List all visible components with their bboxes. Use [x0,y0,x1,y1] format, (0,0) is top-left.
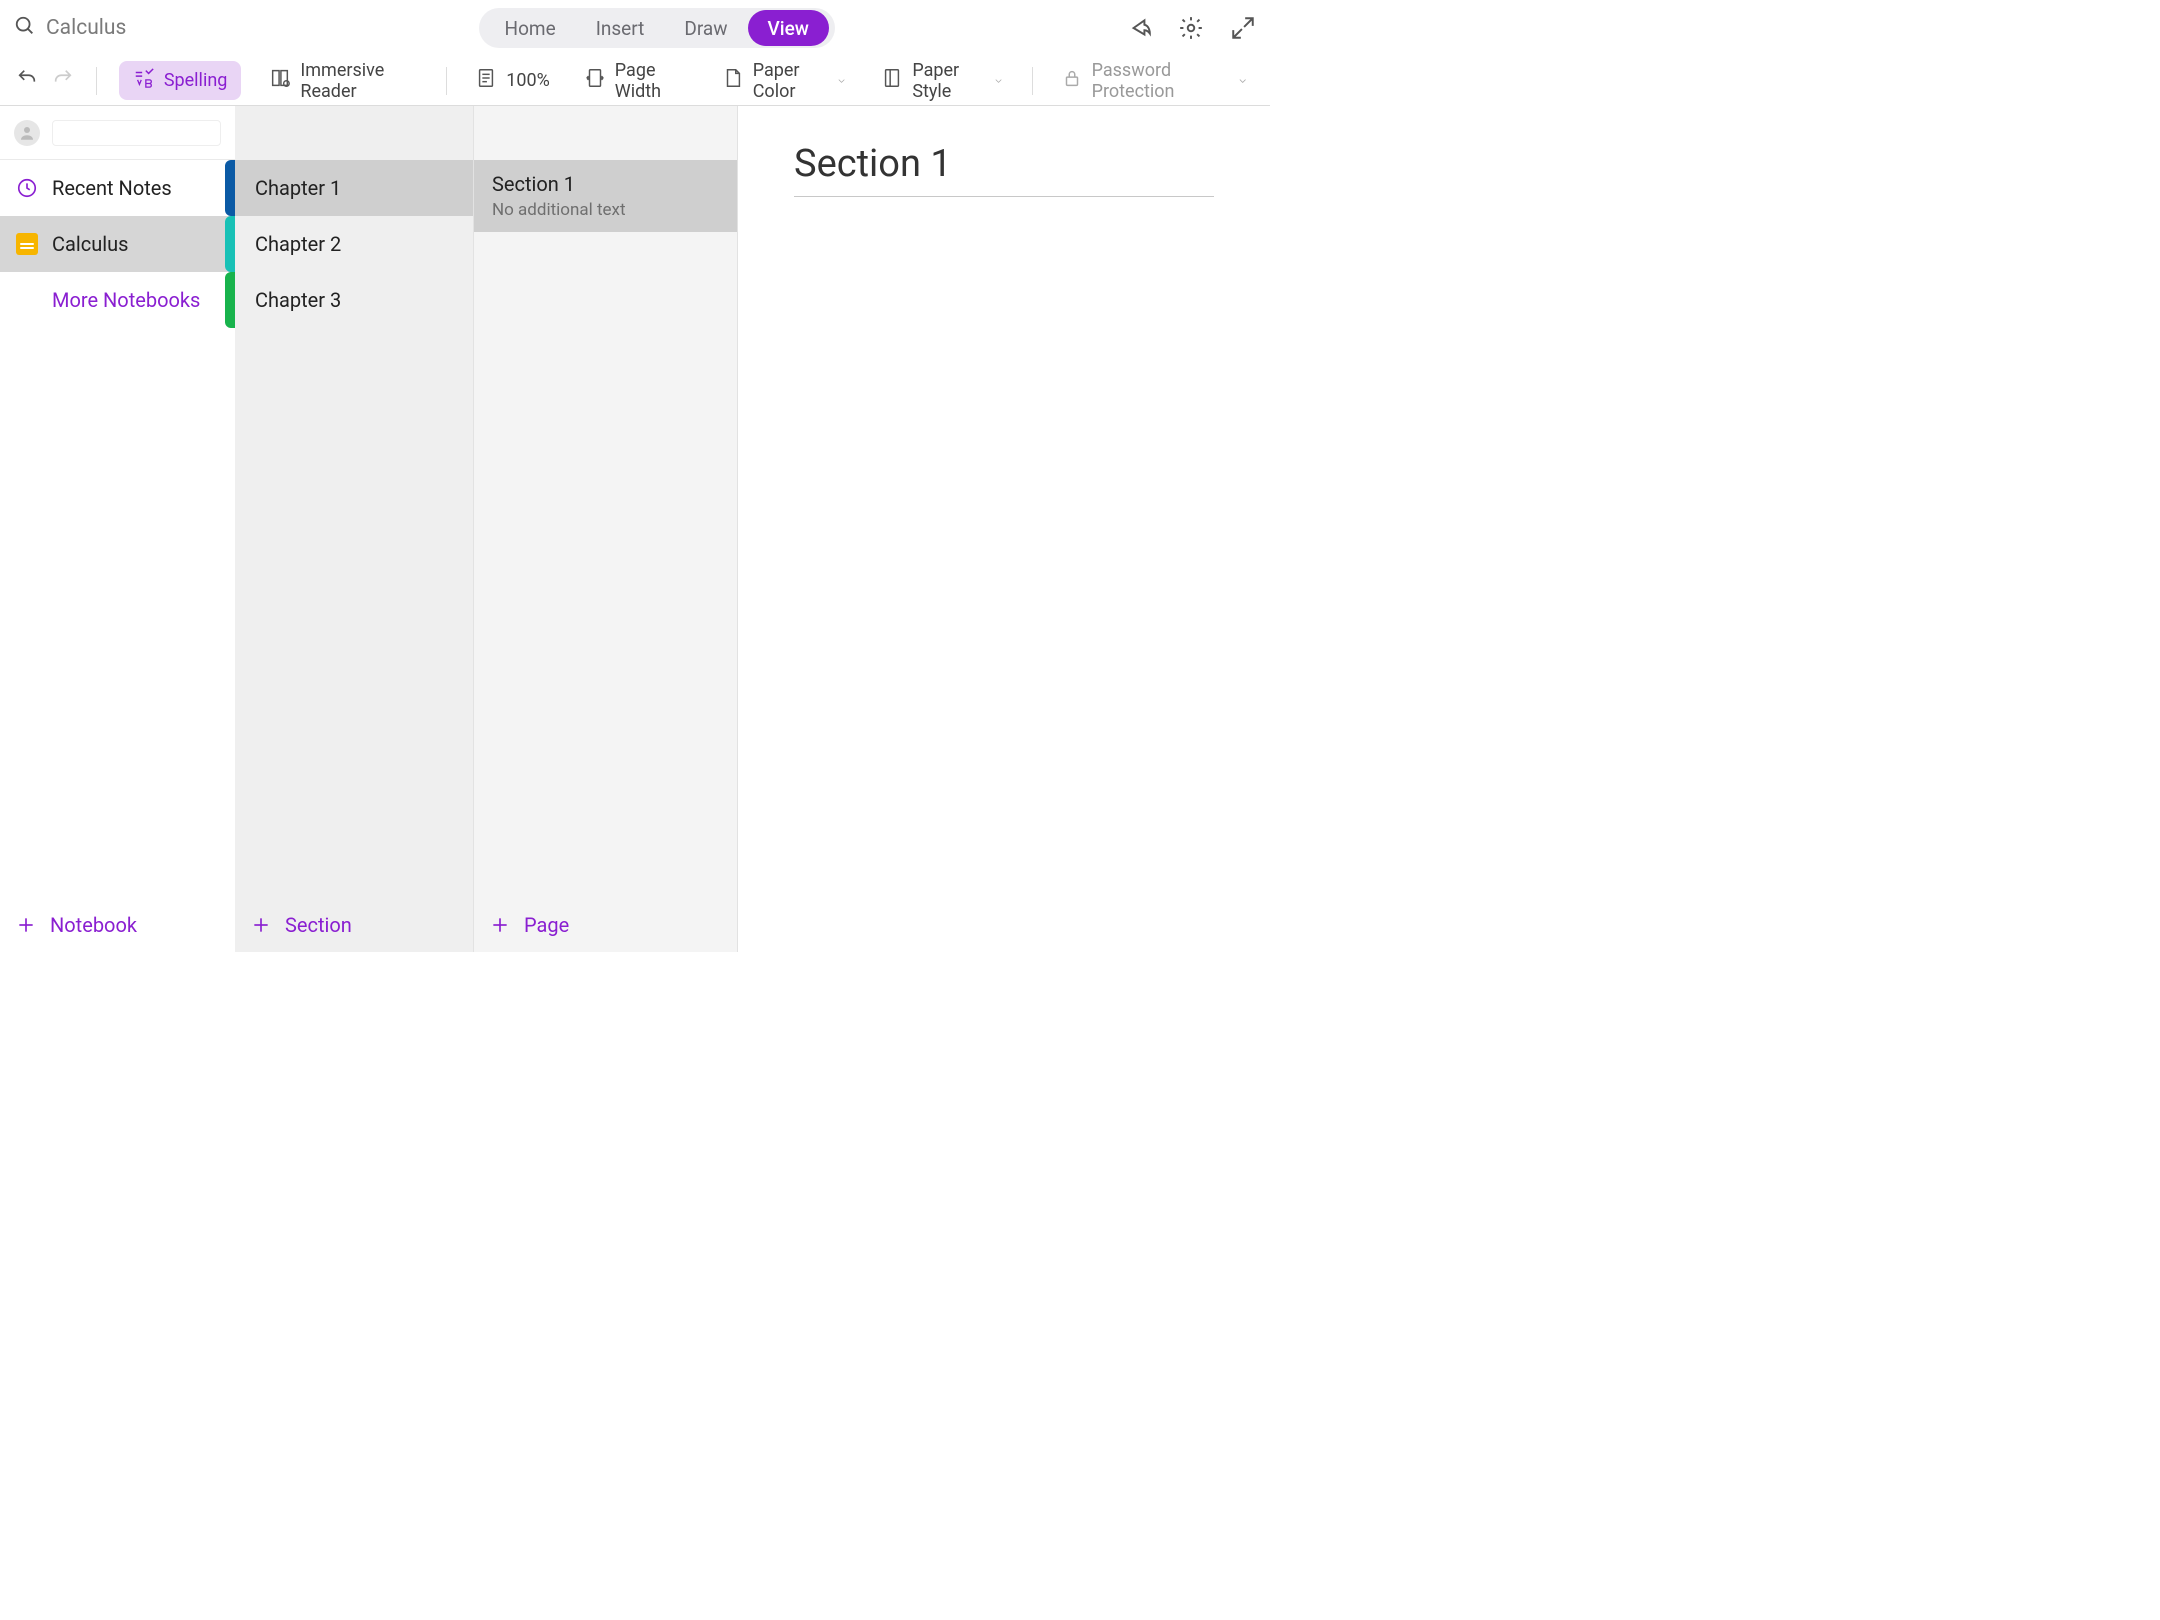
immersive-reader-button[interactable]: Immersive Reader [263,56,424,106]
separator [1032,67,1033,95]
add-notebook-button[interactable]: Notebook [0,898,235,952]
add-page-label: Page [524,913,569,937]
section-label: Chapter 1 [255,176,341,200]
section-chapter-3[interactable]: Chapter 3 [235,272,473,328]
notebook-label: Calculus [52,232,128,256]
paper-style-label: Paper Style [912,60,983,102]
notebooks-pane: Recent Notes Calculus More Notebooks Not… [0,106,235,952]
notebook-icon [16,233,38,255]
tab-insert[interactable]: Insert [576,10,665,46]
spelling-label: Spelling [164,70,228,91]
canvas-page-title[interactable]: Section 1 [794,136,1214,197]
more-notebooks[interactable]: More Notebooks [0,272,235,328]
tab-draw[interactable]: Draw [664,10,747,46]
immersive-label: Immersive Reader [300,60,418,102]
avatar [14,120,40,146]
lock-icon [1061,67,1083,94]
paper-color-label: Paper Color [753,60,828,102]
add-section-label: Section [285,913,352,937]
chevron-down-icon [1237,74,1248,88]
page-subtitle: No additional text [492,200,719,220]
account-row[interactable] [0,106,235,160]
note-canvas[interactable]: Section 1 [738,106,1270,952]
spelling-button[interactable]: Spelling [119,61,242,100]
zoom-label: 100% [506,70,550,91]
tab-home[interactable]: Home [485,10,576,46]
section-label: Chapter 3 [255,288,341,312]
recent-notes-label: Recent Notes [52,176,172,200]
add-page-button[interactable]: Page [474,898,737,952]
plus-icon [490,915,510,935]
section-color-tab [225,160,235,216]
password-label: Password Protection [1092,60,1228,102]
redo-button[interactable] [52,67,74,94]
paper-style-button[interactable]: Paper Style [875,56,1009,106]
pages-list: Section 1 No additional text Page [474,106,738,952]
account-name-field[interactable] [52,120,221,146]
chevron-down-icon [993,74,1004,88]
paper-color-button[interactable]: Paper Color [716,56,854,106]
separator [446,67,447,95]
paper-style-icon [881,67,903,94]
settings-icon[interactable] [1178,15,1204,41]
section-chapter-2[interactable]: Chapter 2 [235,216,473,272]
expand-icon[interactable] [1230,15,1256,41]
search[interactable]: Calculus [14,15,324,41]
more-notebooks-label: More Notebooks [52,288,200,312]
page-width-icon [584,67,606,94]
add-section-button[interactable]: Section [235,898,473,952]
section-color-tab [225,272,235,328]
plus-icon [251,915,271,935]
sections-pages-pane: Calculus ••• Chapter 1 Chapter 2 Chapter… [235,106,738,952]
notebook-calculus[interactable]: Calculus [0,216,235,272]
spelling-icon [133,67,155,94]
section-label: Chapter 2 [255,232,341,256]
section-chapter-1[interactable]: Chapter 1 [235,160,473,216]
sections-list: Chapter 1 Chapter 2 Chapter 3 Section [235,106,474,952]
search-icon [14,15,36,41]
plus-icon [16,915,36,935]
undo-button[interactable] [16,67,38,94]
ribbon-tabs: Home Insert Draw View [479,8,835,48]
search-text: Calculus [46,16,126,40]
clock-icon [16,177,38,199]
separator [96,67,97,95]
paper-color-icon [722,67,744,94]
page-width-button[interactable]: Page Width [578,56,694,106]
add-notebook-label: Notebook [50,913,137,937]
share-icon[interactable] [1126,15,1152,41]
password-protection-button[interactable]: Password Protection [1055,56,1254,106]
page-title: Section 1 [492,172,719,196]
tab-view[interactable]: View [748,10,829,46]
recent-notes[interactable]: Recent Notes [0,160,235,216]
page-width-label: Page Width [615,60,688,102]
page-icon [475,67,497,94]
page-section-1[interactable]: Section 1 No additional text [474,160,737,232]
chevron-down-icon [836,74,847,88]
section-color-tab [225,216,235,272]
book-icon [269,67,291,94]
zoom-button[interactable]: 100% [469,63,556,98]
